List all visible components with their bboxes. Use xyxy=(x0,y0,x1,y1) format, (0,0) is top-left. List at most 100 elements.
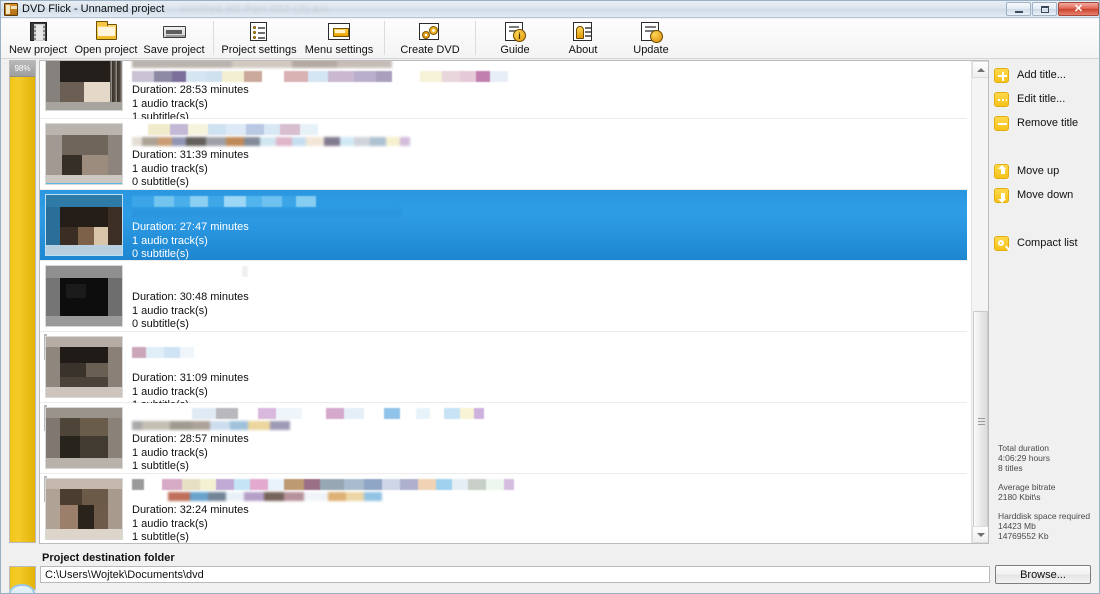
table-row[interactable]: Duration: 28:53 minutes 1 audio track(s)… xyxy=(40,61,967,123)
title-audio-tracks: 1 audio track(s) xyxy=(132,385,208,398)
window-title: DVD Flick - Unnamed project xyxy=(22,3,165,15)
table-row[interactable]: Duration: 32:24 minutes 1 audio track(s)… xyxy=(40,474,967,543)
table-row[interactable]: Duration: 31:39 minutes 1 audio track(s)… xyxy=(40,119,967,190)
toolbar-update[interactable]: Update xyxy=(617,19,685,59)
browse-button[interactable]: Browse... xyxy=(995,565,1091,584)
plus-icon xyxy=(994,67,1009,83)
create-dvd-disc-icon xyxy=(417,21,443,42)
title-audio-tracks: 1 audio track(s) xyxy=(132,517,208,530)
table-row-selected[interactable]: Duration: 27:47 minutes 1 audio track(s)… xyxy=(40,190,967,261)
toolbar-separator xyxy=(213,21,214,55)
table-row[interactable]: Duration: 31:09 minutes 1 audio track(s)… xyxy=(40,332,967,411)
toolbar-separator xyxy=(475,21,476,55)
main-toolbar: New project Open project Save project Pr… xyxy=(1,19,1099,59)
title-meta: Duration: 28:57 minutes 1 audio track(s)… xyxy=(123,407,967,473)
dvd-flick-window: DVD Flick - Unnamed project Untitled H3 … xyxy=(0,0,1100,594)
title-thumbnail xyxy=(45,265,123,327)
censored-title xyxy=(132,266,967,277)
gauge-fill xyxy=(10,77,35,542)
destination-path-input[interactable]: C:\Users\Wojtek\Documents\dvd xyxy=(40,566,990,583)
add-title-button[interactable]: Add title... xyxy=(994,63,1099,87)
move-down-button[interactable]: Move down xyxy=(994,183,1099,207)
title-list[interactable]: Duration: 28:53 minutes 1 audio track(s)… xyxy=(40,61,967,543)
toolbar-label: Update xyxy=(633,44,669,56)
list-scrollbar[interactable] xyxy=(971,61,988,543)
edit-title-label: Edit title... xyxy=(1017,93,1066,105)
scrollbar-thumb[interactable] xyxy=(973,311,988,533)
toolbar-label: Save project xyxy=(143,44,205,56)
title-thumbnail xyxy=(45,123,123,185)
toolbar-project-settings[interactable]: Project settings xyxy=(219,19,299,59)
disk-space-label: Harddisk space required xyxy=(998,511,1091,521)
scroll-up-button[interactable] xyxy=(972,61,988,78)
film-strip-icon xyxy=(25,21,51,42)
minimize-button[interactable] xyxy=(1006,2,1031,16)
title-thumbnail xyxy=(45,407,123,469)
toolbar-about[interactable]: About xyxy=(549,19,617,59)
remove-title-button[interactable]: Remove title xyxy=(994,111,1099,135)
compact-list-button[interactable]: Compact list xyxy=(994,231,1099,255)
about-key-icon xyxy=(570,21,596,42)
title-thumbnail xyxy=(45,61,123,111)
minus-icon xyxy=(994,115,1009,131)
folder-open-icon xyxy=(93,21,119,42)
update-globe-icon xyxy=(638,21,664,43)
censored-title-lower xyxy=(132,492,382,501)
toolbar-menu-settings[interactable]: Menu settings xyxy=(299,19,379,59)
titlebar-ghost-text: Untitled H3 Part 002 (2).avi xyxy=(180,3,330,15)
title-duration: Duration: 31:09 minutes xyxy=(132,372,249,384)
censored-title xyxy=(132,71,967,82)
title-duration: Duration: 28:57 minutes xyxy=(132,433,249,445)
document-settings-icon xyxy=(246,21,272,42)
title-subtitles: 0 subtitle(s) xyxy=(132,318,189,330)
move-up-button[interactable]: Move up xyxy=(994,159,1099,183)
toolbar-create-dvd[interactable]: Create DVD xyxy=(390,19,470,59)
title-meta: Duration: 32:24 minutes 1 audio track(s)… xyxy=(123,478,967,543)
toolbar-save-project[interactable]: Save project xyxy=(140,19,208,59)
title-audio-tracks: 1 audio track(s) xyxy=(132,162,208,175)
toolbar-label: About xyxy=(568,44,598,56)
bitrate-label: Average bitrate xyxy=(998,482,1056,492)
table-row[interactable]: Duration: 28:57 minutes 1 audio track(s)… xyxy=(40,403,967,474)
arrow-down-icon xyxy=(994,187,1009,203)
titles-count: 8 titles xyxy=(998,463,1023,473)
panel-spacer xyxy=(994,135,1099,159)
bitrate-value: 2180 Kbit\s xyxy=(998,492,1041,502)
title-duration: Duration: 32:24 minutes xyxy=(132,504,249,516)
app-icon xyxy=(4,2,18,16)
title-audio-tracks: 1 audio track(s) xyxy=(132,304,208,317)
bitrate-block: Average bitrate 2180 Kbit\s xyxy=(998,482,1090,502)
title-thumbnail xyxy=(45,336,123,398)
side-action-panel: Add title... Edit title... Remove title … xyxy=(994,60,1099,544)
title-subtitles: 0 subtitle(s) xyxy=(132,176,189,188)
censored-title xyxy=(132,196,967,207)
table-row[interactable]: Duration: 30:48 minutes 1 audio track(s)… xyxy=(40,261,967,332)
title-audio-tracks: 1 audio track(s) xyxy=(132,97,208,110)
scroll-down-button[interactable] xyxy=(972,526,988,543)
censored-title-upper xyxy=(132,61,967,68)
title-thumbnail xyxy=(45,194,123,256)
disk-space-mb: 14423 Mb xyxy=(998,521,1036,531)
toolbar-label: Create DVD xyxy=(400,44,460,56)
toolbar-label: Menu settings xyxy=(304,44,374,56)
toolbar-open-project[interactable]: Open project xyxy=(72,19,140,59)
censored-title-lower xyxy=(132,137,422,146)
gauge-percent-label: 98% xyxy=(10,61,35,77)
edit-title-button[interactable]: Edit title... xyxy=(994,87,1099,111)
toolbar-separator xyxy=(384,21,385,55)
title-bar: DVD Flick - Unnamed project Untitled H3 … xyxy=(1,1,1099,18)
toolbar-new-project[interactable]: New project xyxy=(4,19,72,59)
toolbar-guide[interactable]: i Guide xyxy=(481,19,549,59)
maximize-button[interactable] xyxy=(1032,2,1057,16)
censored-title xyxy=(132,347,967,358)
project-statistics: Total duration 4:06:29 hours 8 titles Av… xyxy=(998,443,1090,550)
toolbar-label: Open project xyxy=(74,44,138,56)
destination-label: Project destination folder xyxy=(42,552,175,564)
title-list-panel: Duration: 28:53 minutes 1 audio track(s)… xyxy=(39,60,989,544)
total-duration-block: Total duration 4:06:29 hours 8 titles xyxy=(998,443,1090,473)
compact-list-label: Compact list xyxy=(1017,237,1078,249)
title-duration: Duration: 27:47 minutes xyxy=(132,221,249,233)
title-subtitles: 1 subtitle(s) xyxy=(132,460,189,472)
toolbar-label: Project settings xyxy=(221,44,297,56)
close-button[interactable]: ✕ xyxy=(1058,2,1099,16)
